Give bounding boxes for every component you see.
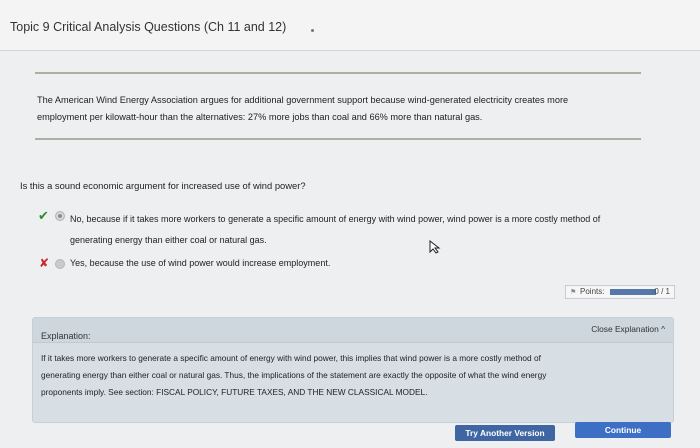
points-bar bbox=[610, 289, 656, 295]
question-content: The American Wind Energy Association arg… bbox=[0, 51, 700, 448]
option-b[interactable]: Yes, because the use of wind power would… bbox=[70, 257, 330, 269]
explanation-panel: Explanation: Close Explanation ^ If it t… bbox=[32, 317, 674, 423]
option-a-line: generating energy than either coal or na… bbox=[70, 235, 267, 245]
top-divider bbox=[35, 72, 641, 74]
try-another-version-button[interactable]: Try Another Version bbox=[455, 425, 555, 441]
bottom-divider bbox=[35, 138, 641, 140]
continue-button[interactable]: Continue bbox=[575, 422, 671, 438]
passage-line: The American Wind Energy Association arg… bbox=[37, 95, 569, 105]
flag-icon: ⚑ bbox=[570, 289, 577, 296]
explanation-line: generating energy than either coal or na… bbox=[41, 370, 547, 380]
points-score: 0 / 1 bbox=[654, 287, 670, 296]
header-bar: Topic 9 Critical Analysis Questions (Ch … bbox=[0, 0, 700, 51]
explanation-line: proponents imply. See section: FISCAL PO… bbox=[41, 387, 428, 397]
explanation-text: If it takes more workers to generate a s… bbox=[41, 350, 661, 401]
page-title: Topic 9 Critical Analysis Questions (Ch … bbox=[10, 20, 287, 34]
points-label: Points: bbox=[580, 287, 605, 296]
close-explanation-label: Close Explanation bbox=[591, 324, 659, 334]
passage-text: The American Wind Energy Association arg… bbox=[37, 92, 637, 126]
passage-line: employment per kilowatt-hour than the al… bbox=[37, 112, 483, 122]
chevron-up-icon: ^ bbox=[661, 324, 665, 334]
mouse-cursor-icon bbox=[429, 240, 441, 254]
points-indicator: ⚑ Points: 0 / 1 bbox=[565, 285, 675, 299]
option-a[interactable]: No, because if it takes more workers to … bbox=[70, 209, 670, 251]
question-text: Is this a sound economic argument for in… bbox=[20, 180, 306, 191]
explanation-line: If it takes more workers to generate a s… bbox=[41, 353, 541, 363]
option-a-radio[interactable] bbox=[55, 211, 65, 221]
separator-dot bbox=[311, 29, 314, 32]
correct-check-icon: ✔ bbox=[38, 208, 49, 223]
option-b-radio[interactable] bbox=[55, 259, 65, 269]
option-a-line: No, because if it takes more workers to … bbox=[70, 214, 601, 224]
explanation-label: Explanation: bbox=[41, 331, 91, 341]
explanation-header: Explanation: Close Explanation ^ bbox=[33, 318, 673, 343]
option-b-line: Yes, because the use of wind power would… bbox=[70, 258, 331, 268]
close-explanation-button[interactable]: Close Explanation ^ bbox=[591, 324, 665, 334]
incorrect-x-icon: ✘ bbox=[39, 256, 50, 270]
